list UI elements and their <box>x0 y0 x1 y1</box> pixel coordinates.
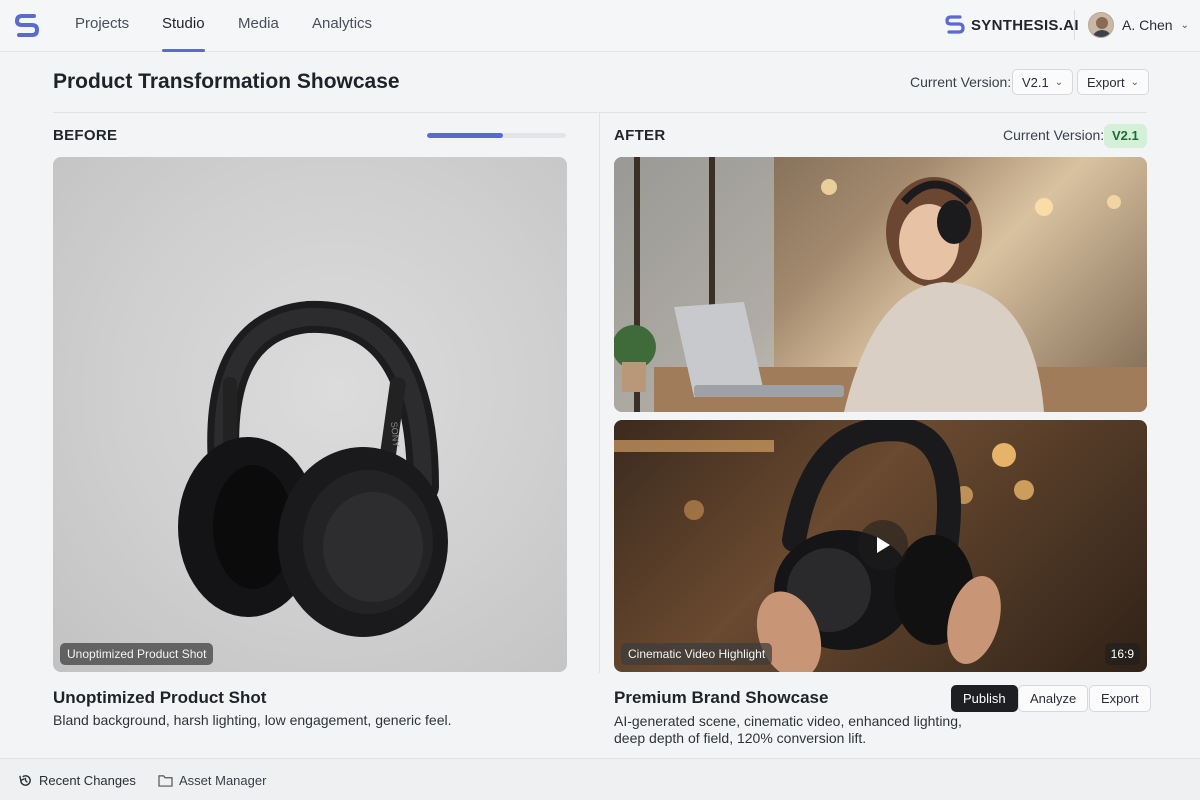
headphones-image: SONY <box>178 300 448 637</box>
export-button[interactable]: Export <box>1089 685 1151 712</box>
after-label: AFTER <box>614 127 666 144</box>
tab-studio[interactable]: Studio <box>162 0 205 52</box>
progress-fill <box>427 133 504 138</box>
folder-icon <box>158 774 173 787</box>
avatar <box>1088 12 1114 38</box>
tab-media[interactable]: Media <box>238 0 279 52</box>
asset-manager-label: Asset Manager <box>179 772 267 788</box>
after-version-label: Current Version: <box>1003 127 1105 143</box>
before-image[interactable]: SONY Unoptimized Product Shot <box>53 157 567 672</box>
after-description-line2: deep depth of field, 120% conversion lif… <box>614 730 867 746</box>
top-nav: Projects Studio Media Analytics SYNTHESI… <box>0 0 1200 52</box>
video-caption: Cinematic Video Highlight <box>621 643 773 665</box>
history-icon <box>19 774 31 786</box>
before-label: BEFORE <box>53 127 118 144</box>
app-logo-icon[interactable] <box>14 12 40 40</box>
analyze-button[interactable]: Analyze <box>1018 685 1089 712</box>
chevron-down-icon: ⌄ <box>1130 76 1139 88</box>
version-select-value: V2.1 <box>1022 74 1049 90</box>
publish-button[interactable]: Publish <box>951 685 1018 712</box>
export-dropdown-label: Export <box>1087 74 1125 90</box>
chevron-down-icon: ⌄ <box>1180 19 1189 31</box>
recent-changes-button[interactable]: Recent Changes <box>18 759 136 800</box>
after-title: Premium Brand Showcase <box>614 688 829 707</box>
asset-manager-button[interactable]: Asset Manager <box>158 759 266 800</box>
bottom-bar: Recent Changes Asset Manager <box>0 758 1200 800</box>
play-icon <box>877 537 890 553</box>
after-lifestyle-image[interactable] <box>614 157 1147 412</box>
before-description: Bland background, harsh lighting, low en… <box>53 712 452 728</box>
version-select[interactable]: V2.1 ⌄ <box>1012 69 1074 95</box>
user-menu[interactable]: A. Chen ⌄ <box>1088 10 1189 40</box>
brand-name: SYNTHESIS.AI <box>971 16 1079 34</box>
play-button[interactable] <box>858 520 908 570</box>
before-caption: Unoptimized Product Shot <box>60 643 214 665</box>
user-name: A. Chen <box>1122 17 1173 33</box>
aspect-ratio-badge: 16:9 <box>1104 643 1140 665</box>
version-badge: V2.1 <box>1104 124 1147 148</box>
version-label: Current Version: <box>910 74 1012 90</box>
after-video-panel[interactable]: Cinematic Video Highlight 16:9 <box>614 420 1147 672</box>
divider <box>53 112 1147 113</box>
nav-divider <box>1074 10 1075 40</box>
recent-changes-label: Recent Changes <box>39 772 136 788</box>
tab-analytics[interactable]: Analytics <box>312 0 372 52</box>
after-description-line1: AI-generated scene, cinematic video, enh… <box>614 713 962 729</box>
before-title: Unoptimized Product Shot <box>53 688 267 707</box>
tab-projects[interactable]: Projects <box>75 0 129 52</box>
export-dropdown[interactable]: Export ⌄ <box>1077 69 1149 95</box>
chevron-down-icon: ⌄ <box>1054 76 1064 88</box>
column-divider <box>599 113 600 673</box>
brand: SYNTHESIS.AI <box>945 12 1079 38</box>
brand-logo-icon <box>945 15 965 34</box>
cafe-scene-image <box>614 157 1147 412</box>
page-title: Product Transformation Showcase <box>53 70 400 93</box>
comparison-progress[interactable] <box>427 133 566 138</box>
